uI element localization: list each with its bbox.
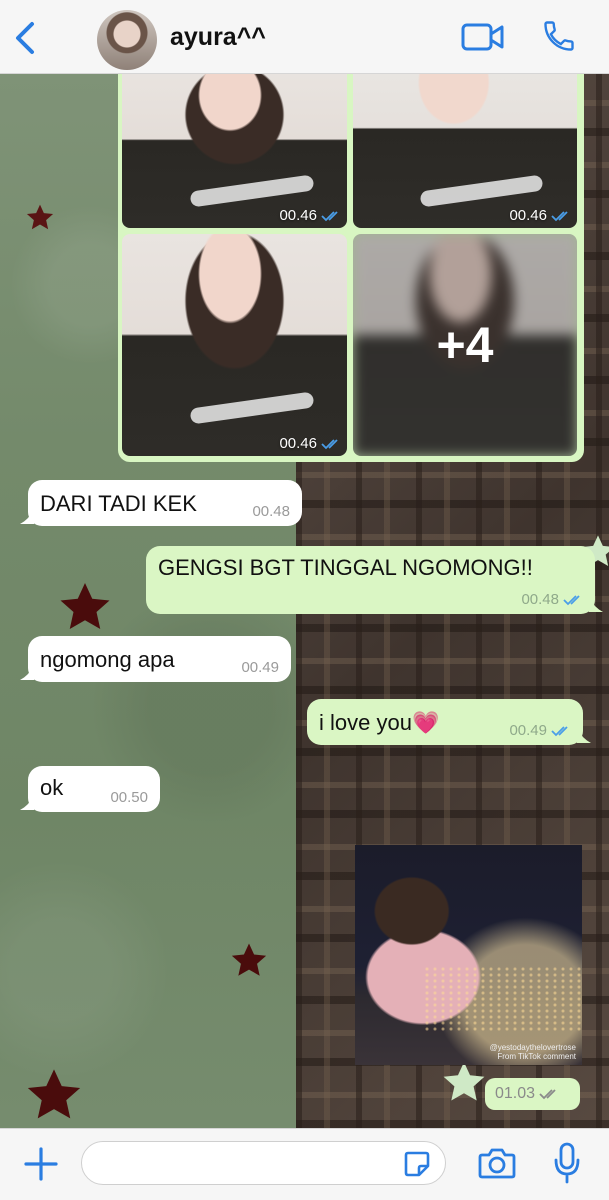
camera-icon bbox=[478, 1148, 516, 1179]
photo-image bbox=[122, 66, 347, 228]
more-photos-count: +4 bbox=[353, 234, 577, 456]
microphone-icon bbox=[554, 1142, 580, 1184]
outgoing-message[interactable]: i love you💗 00.49 bbox=[307, 699, 591, 745]
message-time-text: 00.50 bbox=[110, 789, 148, 806]
sticker-icon bbox=[404, 1151, 430, 1177]
composer-bar bbox=[0, 1128, 609, 1200]
voice-call-button[interactable] bbox=[541, 18, 577, 54]
video-camera-icon bbox=[461, 23, 504, 51]
incoming-message[interactable]: ngomong apa 00.49 bbox=[20, 636, 291, 682]
photo-time: 00.46 bbox=[279, 435, 317, 452]
message-time-text: 00.48 bbox=[521, 591, 559, 608]
bubble-tail bbox=[20, 510, 34, 524]
message-text: i love you💗 bbox=[319, 710, 440, 735]
attach-button[interactable] bbox=[22, 1145, 60, 1183]
photo-meta: 00.46 bbox=[509, 207, 571, 224]
photo-thumbnail[interactable]: 00.46 bbox=[122, 234, 347, 456]
bubble-tail bbox=[20, 666, 34, 680]
message-time: 00.49 bbox=[241, 659, 279, 676]
message-time: 00.48 bbox=[252, 503, 290, 520]
video-thumbnail-detail bbox=[423, 966, 582, 1032]
message-text: DARI TADI KEK bbox=[40, 491, 197, 516]
photo-thumbnail[interactable]: 00.46 bbox=[122, 66, 347, 228]
photo-time: 00.46 bbox=[279, 207, 317, 224]
photo-thumbnail-more[interactable]: +4 bbox=[353, 234, 577, 456]
photo-album-message: 00.46 00.46 00.46 +4 bbox=[118, 62, 584, 462]
bubble-tail bbox=[577, 729, 591, 743]
double-check-icon bbox=[321, 438, 338, 449]
plus-icon bbox=[24, 1147, 58, 1181]
message-time-text: 00.48 bbox=[252, 503, 290, 520]
message-time: 00.50 bbox=[110, 789, 148, 806]
message-time: 01.03 bbox=[495, 1085, 559, 1103]
video-watermark: @yestodaythelovertrose From TikTok commen… bbox=[489, 1043, 576, 1061]
double-check-icon bbox=[551, 725, 568, 736]
message-input[interactable] bbox=[81, 1141, 446, 1185]
bubble-tail bbox=[20, 796, 34, 810]
contact-name[interactable]: ayura^^ bbox=[170, 23, 266, 52]
double-check-icon bbox=[539, 1089, 556, 1100]
double-check-icon bbox=[551, 210, 568, 221]
avatar[interactable] bbox=[97, 10, 157, 70]
photo-time: 00.46 bbox=[509, 207, 547, 224]
message-text: ngomong apa bbox=[40, 647, 175, 672]
chevron-left-icon bbox=[16, 22, 34, 54]
message-time: 00.48 bbox=[521, 591, 583, 608]
camera-button[interactable] bbox=[478, 1146, 516, 1180]
photo-image bbox=[122, 234, 347, 456]
incoming-message[interactable]: DARI TADI KEK 00.48 bbox=[20, 480, 302, 526]
message-time: 00.49 bbox=[509, 722, 571, 739]
incoming-message[interactable]: ok 00.50 bbox=[20, 766, 160, 812]
phone-icon bbox=[544, 21, 574, 51]
double-check-icon bbox=[563, 594, 580, 605]
video-message[interactable]: @yestodaythelovertrose From TikTok commen… bbox=[355, 845, 582, 1065]
back-button[interactable] bbox=[10, 20, 40, 56]
photo-meta: 00.46 bbox=[279, 207, 341, 224]
message-time-text: 00.49 bbox=[509, 722, 547, 739]
chat-header: ayura^^ bbox=[0, 0, 609, 74]
outgoing-message[interactable]: GENGSI BGT TINGGAL NGOMONG!! 00.48 bbox=[146, 546, 603, 614]
microphone-button[interactable] bbox=[553, 1142, 581, 1184]
double-check-icon bbox=[321, 210, 338, 221]
message-text: ok bbox=[40, 775, 64, 800]
video-call-button[interactable] bbox=[461, 22, 505, 52]
message-time-text: 00.49 bbox=[241, 659, 279, 676]
message-time-text: 01.03 bbox=[495, 1085, 536, 1102]
bubble-tail bbox=[589, 598, 603, 612]
photo-image bbox=[353, 66, 577, 228]
sticker-button[interactable] bbox=[403, 1150, 431, 1178]
photo-thumbnail[interactable]: 00.46 bbox=[353, 66, 577, 228]
photo-meta: 00.46 bbox=[279, 435, 341, 452]
message-text: GENGSI BGT TINGGAL NGOMONG!! bbox=[158, 555, 533, 580]
video-message-timestamp: 01.03 bbox=[485, 1078, 580, 1110]
